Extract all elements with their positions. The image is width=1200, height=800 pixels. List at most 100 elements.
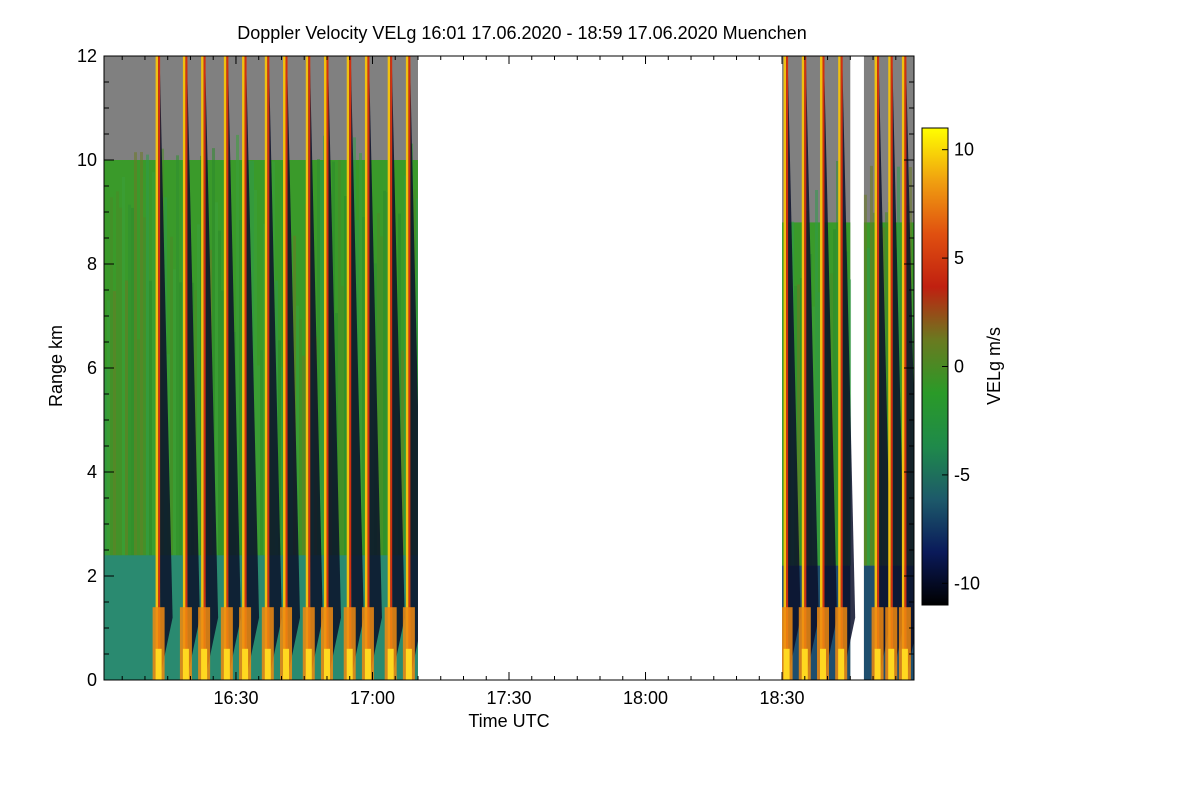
fall-streak-edge-red <box>308 56 311 680</box>
fall-streak-edge-yellow <box>323 56 327 680</box>
y-tick-label: 4 <box>87 462 97 482</box>
fall-streak-edge-red <box>367 56 370 680</box>
x-tick-label: 18:30 <box>760 688 805 708</box>
y-tick-label: 6 <box>87 358 97 378</box>
y-tick-label: 12 <box>77 46 97 66</box>
fall-streak-edge-red <box>185 56 188 680</box>
rain-core <box>305 648 312 680</box>
rain-core <box>838 648 845 680</box>
fall-streak-edge-red <box>822 56 825 680</box>
rain-core <box>182 648 189 680</box>
velocity-column <box>119 207 122 556</box>
fall-streak-edge-red <box>226 56 229 680</box>
fall-streak-edge-yellow <box>346 56 350 680</box>
rain-core <box>874 648 881 680</box>
rain-core <box>201 648 208 680</box>
velocity-column <box>137 339 140 556</box>
rain-core <box>888 648 895 680</box>
velocity-column <box>383 190 386 556</box>
fall-streak-edge-yellow <box>387 56 391 680</box>
rain-core <box>901 648 908 680</box>
velocity-column <box>134 152 137 556</box>
x-tick-label: 17:30 <box>486 688 531 708</box>
velocity-column <box>299 319 302 556</box>
fall-streak-edge-yellow <box>283 56 286 680</box>
fall-streak-edge-yellow <box>264 56 268 680</box>
colorbar: 10 5 0 -5 -10 <box>921 127 980 606</box>
fall-streak-edge-red <box>267 56 270 680</box>
velocity-column <box>221 290 224 556</box>
fall-streak-edge-red <box>203 56 206 680</box>
data-gap <box>417 56 783 680</box>
velocity-column <box>128 204 131 556</box>
fall-streak-edge-yellow <box>819 56 823 680</box>
fall-streak-edge-red <box>326 56 329 680</box>
colorbar-tick-label: -5 <box>954 465 970 485</box>
velocity-column <box>380 236 383 556</box>
velocity-column <box>143 217 146 556</box>
chart-title: Doppler Velocity VELg 16:01 17.06.2020 -… <box>237 23 806 43</box>
velocity-column <box>344 196 347 556</box>
velocity-column <box>338 160 341 556</box>
velocity-column <box>146 154 149 556</box>
rain-core <box>783 648 790 680</box>
fall-streak-edge-red <box>877 56 880 680</box>
fall-streak-edge-yellow <box>223 56 227 680</box>
velocity-column <box>179 282 182 556</box>
velocity-column <box>116 191 119 556</box>
velocity-column <box>215 202 218 556</box>
fall-streak-edge-yellow <box>155 56 159 680</box>
velocity-column <box>320 161 323 556</box>
velocity-column <box>149 280 152 556</box>
fall-streak-edge-red <box>840 56 843 680</box>
velocity-column <box>131 207 134 556</box>
fall-streak-edge-yellow <box>201 56 204 680</box>
velocity-column <box>257 365 260 556</box>
fall-streak-edge-red <box>285 56 288 680</box>
colorbar-tick-label: -10 <box>954 573 980 593</box>
velocity-column <box>173 269 176 556</box>
fall-streak-edge-yellow <box>242 56 245 680</box>
velocity-column <box>239 220 242 556</box>
y-tick-label: 2 <box>87 566 97 586</box>
colorbar-tick-label: 0 <box>954 357 964 377</box>
rain-core <box>346 648 353 680</box>
fall-streak-edge-red <box>349 56 352 680</box>
velocity-column <box>341 285 344 556</box>
fall-streak-edge-yellow <box>783 56 787 680</box>
x-tick-label: 18:00 <box>623 688 668 708</box>
fall-streak-edge-yellow <box>182 56 186 680</box>
colorbar-tick-label: 10 <box>954 140 974 160</box>
colorbar-tick-label: 5 <box>954 248 964 268</box>
y-tick-label: 0 <box>87 670 97 690</box>
rain-core <box>819 648 826 680</box>
fall-streak-edge-yellow <box>801 56 805 680</box>
rain-core <box>155 648 162 680</box>
fall-streak-edge-red <box>244 56 247 680</box>
y-tick-label: 10 <box>77 150 97 170</box>
rain-core <box>387 648 394 680</box>
velocity-column <box>218 230 221 556</box>
fall-streak-edge-red <box>408 56 411 680</box>
fall-streak-edge-yellow <box>305 56 309 680</box>
y-tick-label: 8 <box>87 254 97 274</box>
rain-core <box>801 648 808 680</box>
velocity-column <box>110 197 113 556</box>
fall-streak-edge-yellow <box>405 56 409 680</box>
x-tick-label: 17:00 <box>350 688 395 708</box>
fall-streak-edge-red <box>390 56 393 680</box>
velocity-column <box>197 224 200 556</box>
fall-streak-edge-red <box>890 56 893 680</box>
rain-core <box>242 648 249 680</box>
fall-streak-edge-yellow <box>888 56 891 680</box>
fall-streak-edge-yellow <box>364 56 368 680</box>
fall-streak-edge-red <box>786 56 789 680</box>
velocity-column <box>113 290 116 556</box>
velocity-column <box>170 236 173 556</box>
fall-streak-edge-yellow <box>838 56 841 680</box>
rain-core <box>323 648 330 680</box>
rain-core <box>283 648 290 680</box>
fall-streak-edge-yellow <box>874 56 878 680</box>
velocity-column <box>125 280 128 556</box>
rain-core <box>264 648 271 680</box>
